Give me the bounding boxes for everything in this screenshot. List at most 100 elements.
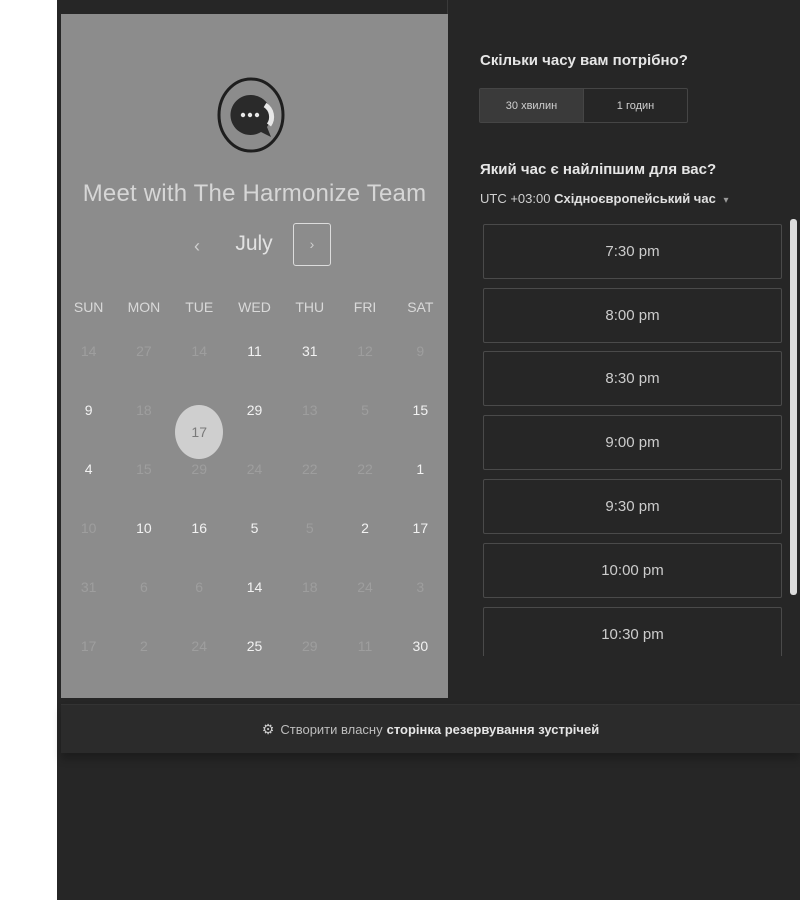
- prev-month-button[interactable]: ‹: [187, 234, 207, 258]
- calendar-grid: SUN MON TUE WED THU FRI SAT 14 27 14 11 31 12…: [61, 299, 448, 654]
- meeting-title: Meet with The Harmonize Team: [82, 180, 427, 207]
- day-number: 18: [301, 579, 318, 595]
- calendar-day[interactable]: 10: [116, 520, 171, 579]
- time-slot[interactable]: 8:30 pm: [483, 351, 782, 406]
- calendar-day[interactable]: 11: [227, 343, 282, 402]
- day-number: 25: [246, 638, 263, 654]
- calendar-day[interactable]: 31: [282, 343, 337, 402]
- day-number: 5: [305, 520, 314, 536]
- time-panel: Скільки часу вам потрібно? 30 хвилин 1 г…: [448, 14, 800, 698]
- calendar-day: 18: [282, 579, 337, 638]
- day-number: 2: [361, 520, 369, 536]
- calendar-day: 15: [116, 461, 171, 520]
- calendar-day[interactable]: 30: [393, 638, 448, 697]
- calendar-week-row: 31 6 6 14 18 24 3: [61, 579, 448, 638]
- calendar-day: 5: [282, 520, 337, 579]
- calendar-day: 24: [227, 461, 282, 520]
- calendar-day: 10: [61, 520, 116, 579]
- day-number: 31: [80, 579, 97, 595]
- caret-down-icon: ▾: [723, 195, 729, 206]
- calendar-day: 18: [116, 402, 171, 461]
- booking-page: Meet with The Harmonize Team ‹ July › SU…: [57, 0, 800, 900]
- calendar-day[interactable]: 25: [227, 638, 282, 697]
- calendar-day: 14: [61, 343, 116, 402]
- day-number: 29: [301, 638, 318, 654]
- day-number: 29: [191, 461, 207, 477]
- day-number: 16: [191, 520, 207, 536]
- calendar-day[interactable]: 9: [61, 402, 116, 461]
- day-number: 10: [136, 520, 152, 536]
- day-number: 1: [416, 461, 425, 477]
- duration-option-1hour[interactable]: 1 годин: [584, 89, 687, 122]
- time-slot[interactable]: 9:00 pm: [483, 415, 782, 470]
- calendar-week-row: 10 10 16 5 5 2 17: [61, 520, 448, 579]
- calendar-week-row: 4 15 29 24 22 22 1: [61, 461, 448, 520]
- calendar-day: 6: [116, 579, 171, 638]
- time-slot[interactable]: 7:30 pm: [483, 224, 782, 279]
- calendar-day[interactable]: 15: [393, 402, 448, 461]
- calendar-day: 31: [61, 579, 116, 638]
- calendar-day[interactable]: 16: [172, 520, 227, 579]
- calendar-week-row: 14 27 14 11 31 12 9: [61, 343, 448, 402]
- day-number: 17: [412, 520, 429, 536]
- month-navigation: ‹ July ›: [61, 222, 448, 270]
- time-slot[interactable]: 10:00 pm: [483, 543, 782, 598]
- time-slot[interactable]: 8:00 pm: [483, 288, 782, 343]
- day-number: 6: [195, 579, 204, 595]
- day-number: 15: [136, 461, 152, 477]
- calendar-day: 29: [282, 638, 337, 697]
- time-slot[interactable]: 9:30 pm: [483, 479, 782, 534]
- day-number: 14: [191, 343, 207, 359]
- calendar-week-row: 9 18 17 29 13 5 15: [61, 402, 448, 461]
- calendar-day: 11: [337, 638, 392, 697]
- calendar-day: 12: [337, 343, 392, 402]
- footer-link[interactable]: сторінка резервування зустрічей: [387, 722, 600, 737]
- timezone-name: Східноєвропейський час: [554, 191, 716, 206]
- day-number: 13: [301, 402, 318, 418]
- calendar-day: 24: [172, 638, 227, 697]
- calendar-day: 22: [282, 461, 337, 520]
- calendar-day-selected[interactable]: 17: [172, 402, 227, 461]
- day-number: 6: [140, 579, 148, 595]
- day-number: 9: [416, 343, 425, 359]
- calendar-day[interactable]: 2: [337, 520, 392, 579]
- timezone-selector[interactable]: UTC +03:00 Східноєвропейський час ▾: [480, 191, 728, 206]
- month-label: July: [235, 232, 273, 255]
- calendar-day[interactable]: 4: [61, 461, 116, 520]
- calendar-day: 3: [393, 579, 448, 638]
- day-number: 17: [80, 638, 97, 654]
- weekday-label: FRI: [353, 299, 377, 315]
- day-number: 17: [175, 404, 224, 459]
- chat-bubble-logo-icon: [217, 77, 285, 154]
- calendar-day: 6: [172, 579, 227, 638]
- calendar-day[interactable]: 29: [227, 402, 282, 461]
- next-month-button[interactable]: ›: [293, 223, 331, 266]
- weekday-label: THU: [295, 299, 325, 315]
- calendar-day[interactable]: 5: [227, 520, 282, 579]
- day-number: 2: [140, 638, 148, 654]
- duration-option-30min[interactable]: 30 хвилин: [480, 89, 584, 122]
- day-number: 11: [247, 343, 262, 359]
- calendar-week-row: 17 2 24 25 29 11 30: [61, 638, 448, 697]
- timezone-offset: UTC +03:00: [480, 191, 551, 206]
- day-number: 15: [412, 402, 429, 418]
- scrollbar[interactable]: [790, 219, 797, 595]
- day-number: 30: [412, 638, 429, 654]
- day-number: 31: [301, 343, 318, 359]
- day-number: 29: [246, 402, 263, 418]
- time-slot[interactable]: 10:30 pm: [483, 607, 782, 656]
- calendar-day[interactable]: 17: [393, 520, 448, 579]
- calendar-day: 29: [172, 461, 227, 520]
- day-number: 14: [246, 579, 263, 595]
- day-number: 11: [357, 638, 373, 654]
- calendar-day: 13: [282, 402, 337, 461]
- calendar-day[interactable]: 14: [227, 579, 282, 638]
- weekday-label: MON: [127, 299, 161, 315]
- day-number: 14: [80, 343, 97, 359]
- top-bar: [57, 0, 800, 14]
- footer-bar: ⚙ Створити власну сторінка резервування …: [61, 704, 800, 753]
- calendar-day: 2: [116, 638, 171, 697]
- day-number: 12: [357, 343, 373, 359]
- calendar-day[interactable]: 1: [393, 461, 448, 520]
- day-number: 9: [84, 402, 93, 418]
